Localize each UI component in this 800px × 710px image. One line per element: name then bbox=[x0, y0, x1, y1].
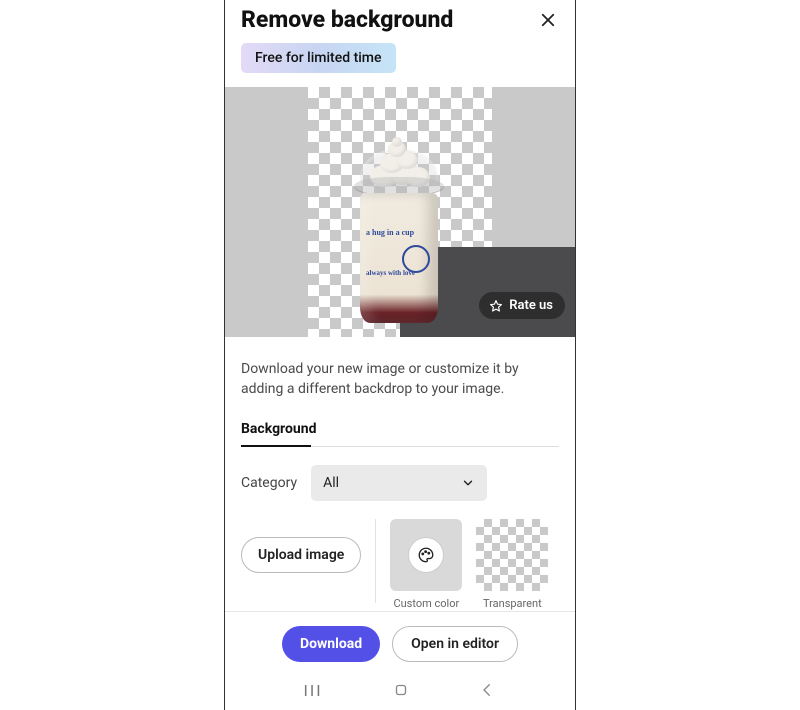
nav-home-button[interactable] bbox=[392, 681, 410, 699]
category-label: Category bbox=[241, 475, 297, 491]
category-select[interactable]: All bbox=[311, 465, 487, 501]
custom-color-swatch[interactable] bbox=[390, 519, 462, 591]
chevron-down-icon bbox=[461, 476, 475, 490]
category-selected-value: All bbox=[323, 475, 339, 491]
promo-badge: Free for limited time bbox=[241, 43, 396, 73]
upload-image-button[interactable]: Upload image bbox=[241, 537, 361, 573]
option-transparent[interactable]: Transparent bbox=[476, 519, 548, 610]
preview-area: a hug in a cup always with love Rate us bbox=[225, 87, 575, 337]
rate-us-label: Rate us bbox=[509, 298, 553, 313]
cup-text-line1: a hug in a cup bbox=[366, 228, 414, 237]
close-icon bbox=[539, 11, 557, 29]
tab-background[interactable]: Background bbox=[241, 421, 316, 447]
transparent-swatch[interactable] bbox=[476, 519, 548, 591]
nav-back-button[interactable] bbox=[478, 681, 496, 699]
palette-circle bbox=[409, 538, 443, 572]
option-separator bbox=[375, 519, 376, 603]
download-button[interactable]: Download bbox=[282, 626, 380, 662]
rate-us-button[interactable]: Rate us bbox=[479, 292, 565, 319]
header: Remove background bbox=[225, 0, 575, 33]
star-icon bbox=[489, 299, 503, 313]
tab-underline bbox=[241, 446, 559, 447]
background-options: Upload image Custom color Transparent bbox=[225, 501, 575, 610]
description-text: Download your new image or customize it … bbox=[225, 337, 575, 418]
chevron-left-icon bbox=[478, 681, 496, 699]
footer-actions: Download Open in editor bbox=[225, 611, 575, 676]
square-icon bbox=[392, 681, 410, 699]
category-row: Category All bbox=[225, 447, 575, 501]
app-panel: Remove background Free for limited time … bbox=[224, 0, 576, 710]
palette-icon bbox=[417, 546, 435, 564]
cup-text-line2: always with love bbox=[366, 269, 415, 277]
close-button[interactable] bbox=[537, 9, 559, 31]
preview-image: a hug in a cup always with love bbox=[308, 87, 492, 337]
system-nav-bar: III bbox=[225, 676, 575, 710]
nav-recents-button[interactable]: III bbox=[303, 681, 322, 700]
open-in-editor-label: Open in editor bbox=[411, 636, 499, 652]
download-label: Download bbox=[300, 636, 362, 652]
page-title: Remove background bbox=[241, 6, 453, 33]
open-in-editor-button[interactable]: Open in editor bbox=[392, 626, 518, 662]
upload-image-label: Upload image bbox=[258, 547, 344, 563]
custom-color-label: Custom color bbox=[393, 597, 459, 610]
transparent-label: Transparent bbox=[483, 597, 542, 610]
option-custom-color[interactable]: Custom color bbox=[390, 519, 462, 610]
tab-row: Background bbox=[225, 418, 575, 447]
